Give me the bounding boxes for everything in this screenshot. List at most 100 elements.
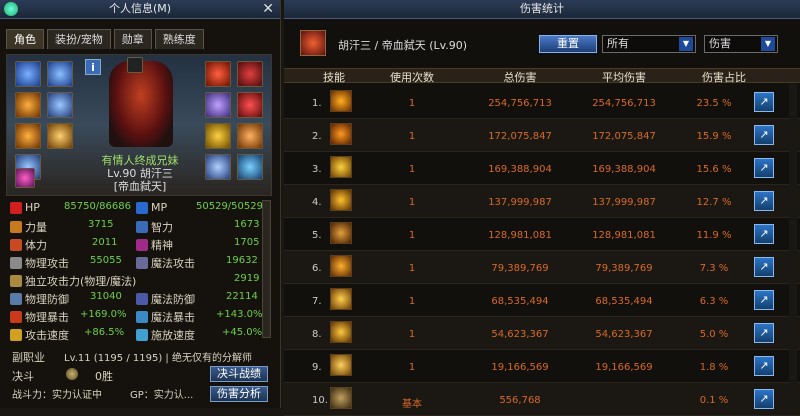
damage-share-cell: 5.0 %: [699, 329, 729, 340]
damage-stats-window: 伤害统计 胡汗三 / 帝血弑天 (Lv.90) 重置 所有 ▼ 伤害 ▼ 技能 使用…: [284, 0, 800, 416]
total-damage-cell: 169,388,904: [488, 164, 552, 175]
type-select[interactable]: 伤害 ▼: [704, 35, 778, 53]
subjob-value: Lv.11 (1195 / 1195) | 绝无仅有的分解师: [64, 353, 252, 364]
window-emblem-icon: [4, 2, 18, 16]
export-icon[interactable]: ↗: [754, 323, 774, 343]
export-icon[interactable]: ↗: [754, 290, 774, 310]
table-row[interactable]: 5. 1 128,981,081 128,981,081 11.9 % ↗: [284, 218, 800, 251]
table-row[interactable]: 3. 1 169,388,904 169,388,904 15.6 % ↗: [284, 152, 800, 185]
duel-record-button[interactable]: 决斗战绩: [210, 366, 268, 382]
equip-slot-title-icon[interactable]: [47, 61, 73, 87]
strength-icon: [10, 221, 22, 233]
stat-label: 智力: [151, 221, 173, 234]
total-damage-cell: 19,166,569: [491, 362, 549, 373]
table-row[interactable]: 7. 1 68,535,494 68,535,494 6.3 % ↗: [284, 284, 800, 317]
tab-proficiency[interactable]: 熟练度: [154, 29, 204, 49]
table-scrollbar[interactable]: [789, 84, 797, 406]
export-icon[interactable]: ↗: [754, 356, 774, 376]
stat-value: 2011: [92, 237, 118, 248]
export-icon[interactable]: ↗: [754, 224, 774, 244]
reset-button[interactable]: 重置: [539, 35, 597, 53]
stat-label: 独立攻击力(物理/魔法): [25, 275, 137, 288]
export-icon[interactable]: ↗: [754, 125, 774, 145]
damage-title-bar[interactable]: 伤害统计: [284, 0, 800, 19]
col-average: 平均伤害: [602, 71, 646, 84]
magic-crit-icon: [136, 311, 148, 323]
tab-medal[interactable]: 勋章: [113, 29, 152, 49]
filter-select-value: 所有: [607, 37, 629, 50]
table-header: 技能 使用次数 总伤害 平均伤害 伤害占比: [284, 68, 800, 84]
total-damage-cell: 556,768: [499, 395, 541, 406]
stat-value: 1673: [234, 219, 260, 230]
table-row[interactable]: 6. 1 79,389,769 79,389,769 7.3 % ↗: [284, 251, 800, 284]
damage-share-cell: 11.9 %: [696, 230, 732, 241]
info-icon[interactable]: i: [85, 59, 101, 75]
table-row[interactable]: 4. 1 137,999,987 137,999,987 12.7 % ↗: [284, 185, 800, 218]
export-icon[interactable]: ↗: [754, 158, 774, 178]
equip-slot-weapon-icon[interactable]: [15, 61, 41, 87]
equip-slot-bracelet-icon[interactable]: [237, 61, 263, 87]
export-icon[interactable]: ↗: [754, 191, 774, 211]
attack-speed-icon: [10, 329, 22, 341]
skill-icon: [330, 387, 352, 409]
skill-icon: [330, 321, 352, 343]
total-damage-cell: 128,981,081: [488, 230, 552, 241]
filter-select[interactable]: 所有 ▼: [602, 35, 696, 53]
intelligence-icon: [136, 221, 148, 233]
chevron-down-icon[interactable]: ▼: [679, 37, 693, 51]
damage-analysis-button[interactable]: 伤害分析: [210, 386, 268, 402]
subjob-label: 副职业: [12, 351, 45, 364]
model-toggle-icon[interactable]: [127, 57, 143, 73]
info-title-bar[interactable]: 个人信息(M) ✕: [0, 0, 280, 19]
stat-label: 精神: [151, 239, 173, 252]
rank: 7.: [312, 296, 322, 307]
damage-share-cell: 0.1 %: [699, 395, 729, 406]
stat-label: 施放速度: [151, 329, 195, 342]
equip-slot-amulet-icon[interactable]: [205, 61, 231, 87]
equip-slot-magic-stone-icon[interactable]: [205, 123, 231, 149]
rank: 9.: [312, 362, 322, 373]
total-damage-cell: 79,389,769: [491, 263, 549, 274]
equip-slot-belt-icon[interactable]: [47, 123, 73, 149]
stat-label: 魔法暴击: [151, 311, 195, 324]
skill-icon: [330, 255, 352, 277]
skill-icon: [330, 222, 352, 244]
table-row[interactable]: 2. 1 172,075,847 172,075,847 15.9 % ↗: [284, 119, 800, 152]
export-icon[interactable]: ↗: [754, 92, 774, 112]
col-uses: 使用次数: [390, 71, 434, 84]
magic-shield-icon: [136, 293, 148, 305]
table-row[interactable]: 10. 基本 556,768 0.1 % ↗: [284, 383, 800, 416]
export-icon[interactable]: ↗: [754, 389, 774, 409]
info-window-title: 个人信息(M): [108, 2, 172, 15]
stat-value: +169.0%: [80, 309, 127, 320]
table-row[interactable]: 1. 1 254,756,713 254,756,713 23.5 % ↗: [284, 86, 800, 119]
equip-slot-support-icon[interactable]: [237, 92, 263, 118]
equip-slot-bottom-icon[interactable]: [15, 123, 41, 149]
close-icon[interactable]: ✕: [262, 0, 274, 18]
chevron-down-icon[interactable]: ▼: [761, 37, 775, 51]
stat-value: 22114: [226, 291, 258, 302]
skill-icon: [330, 189, 352, 211]
damage-share-cell: 12.7 %: [696, 197, 732, 208]
stat-label: 魔法攻击: [151, 257, 195, 270]
equip-slot-shoulder-icon[interactable]: [15, 92, 41, 118]
character-preview: i 有情人终成兄妹 Lv.90 胡汗三 [帝血弑天]: [6, 54, 272, 196]
table-row[interactable]: 9. 1 19,166,569 19,166,569 1.8 % ↗: [284, 350, 800, 383]
stats-scrollbar[interactable]: [262, 200, 271, 338]
equip-slot-top-icon[interactable]: [47, 92, 73, 118]
tab-avatar-pet[interactable]: 装扮/宠物: [47, 29, 111, 49]
gp-label: GP：实力认...: [130, 390, 194, 401]
equip-slot-ring-icon[interactable]: [205, 92, 231, 118]
col-skill: 技能: [323, 71, 345, 84]
stat-row: HP 85750/86686 MP 50529/50529: [6, 201, 266, 218]
export-icon[interactable]: ↗: [754, 257, 774, 277]
tab-character[interactable]: 角色: [6, 29, 44, 49]
power-label: 战斗力：实力认证中: [12, 390, 102, 401]
equip-slot-earring-icon[interactable]: [237, 123, 263, 149]
stat-value: 31040: [90, 291, 122, 302]
duel-label: 决斗: [12, 370, 34, 383]
stat-label: MP: [151, 201, 168, 214]
table-row[interactable]: 8. 1 54,623,367 54,623,367 5.0 % ↗: [284, 317, 800, 350]
uses-cell: 1: [408, 329, 416, 340]
heart-stat-icon: [10, 201, 22, 214]
